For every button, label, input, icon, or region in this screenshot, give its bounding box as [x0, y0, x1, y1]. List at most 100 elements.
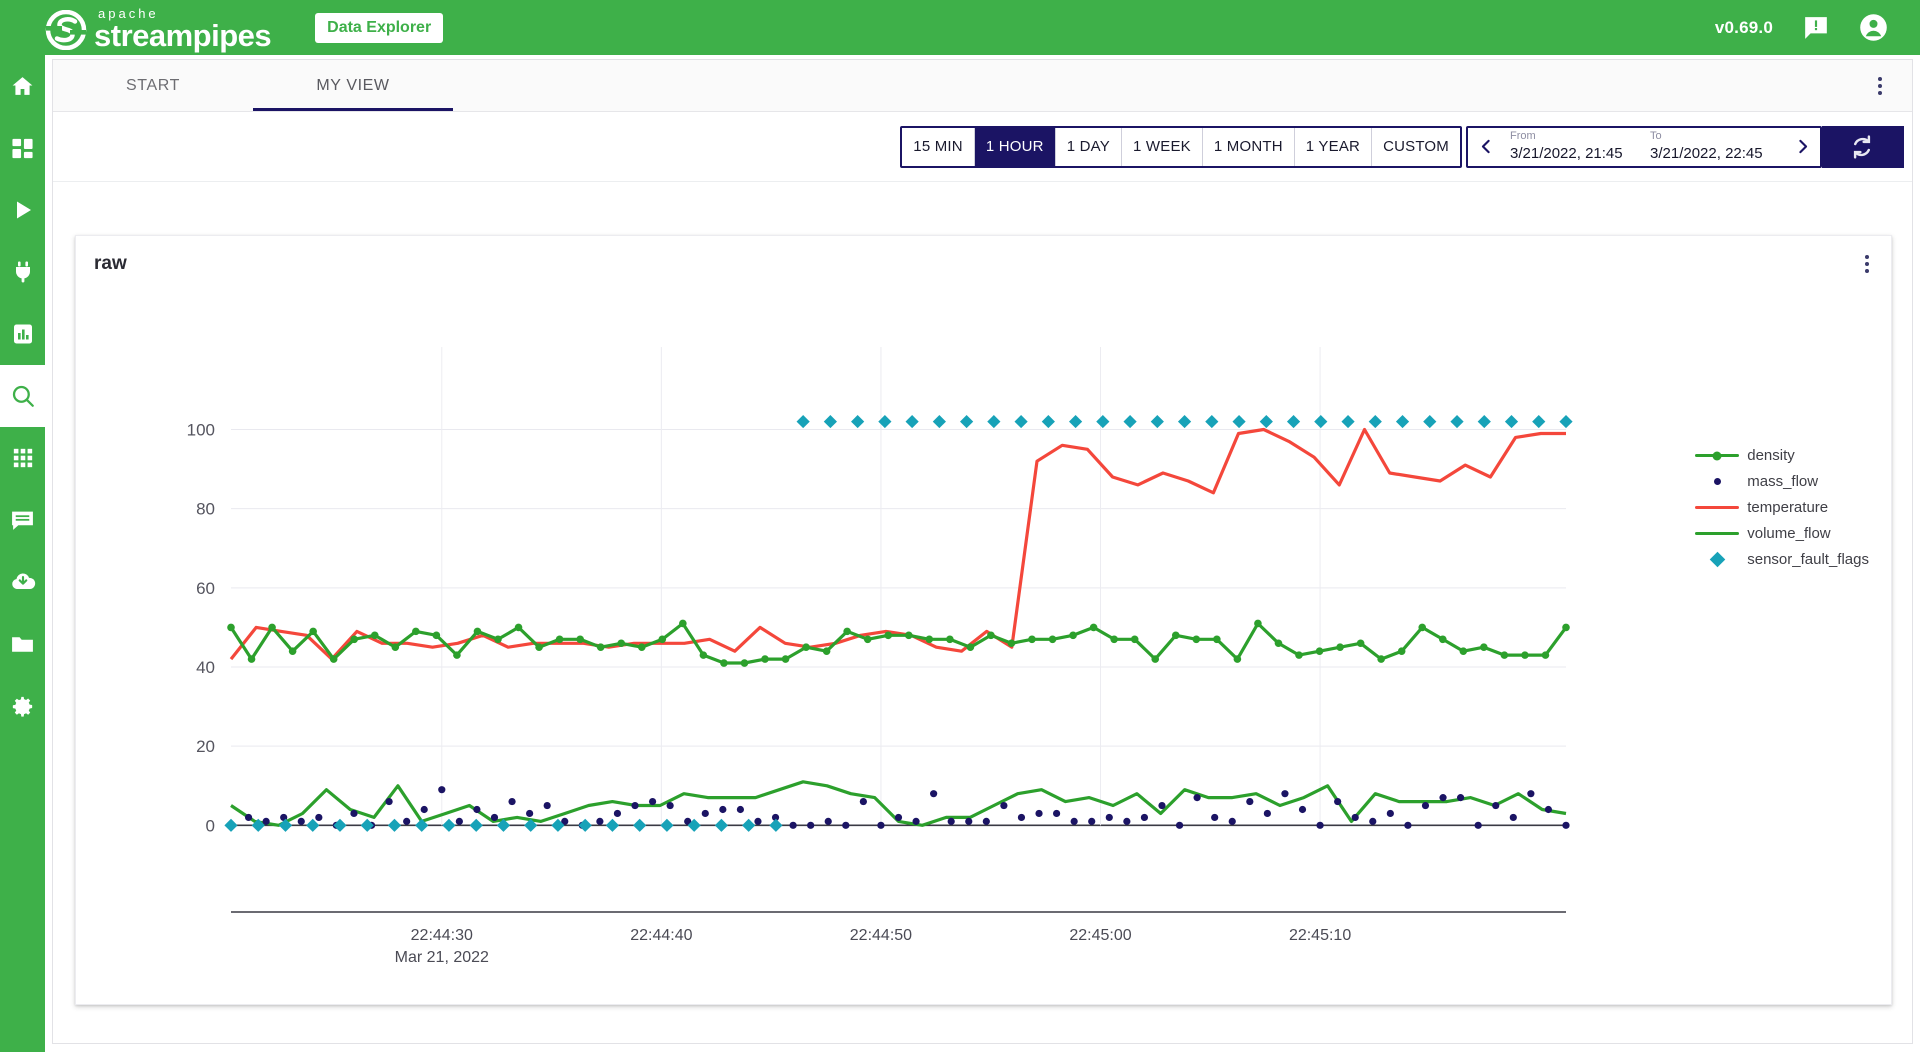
density-point: [1110, 635, 1118, 643]
sidebar-item-pipelines-overview[interactable]: [0, 117, 45, 179]
from-field[interactable]: From 3/21/2022, 21:45: [1504, 128, 1644, 166]
date-range-picker: From 3/21/2022, 21:45 To 3/21/2022, 22:4…: [1466, 126, 1822, 168]
density-point: [289, 647, 297, 655]
topbar-right-group: v0.69.0: [1715, 13, 1888, 42]
density-point: [679, 620, 687, 628]
sensor-fault-flag-marker: [960, 415, 973, 428]
density-point: [987, 632, 995, 640]
tab-start[interactable]: START: [53, 60, 253, 111]
streampipes-logo-icon: [44, 10, 88, 50]
sensor-fault-flag-marker: [224, 819, 237, 832]
tab-my-view[interactable]: MY VIEW: [253, 60, 453, 111]
chart-card-menu[interactable]: [1857, 249, 1877, 279]
sidebar-item-pipelines[interactable]: [0, 179, 45, 241]
data-explorer-chip[interactable]: Data Explorer: [315, 13, 443, 43]
legend-item-mass-flow[interactable]: mass_flow: [1695, 473, 1869, 490]
legend-label-sensor-fault-flags: sensor_fault_flags: [1747, 551, 1869, 568]
y-axis-tick-label: 80: [196, 500, 215, 519]
range-15-min[interactable]: 15 MIN: [902, 128, 975, 166]
mass-flow-point: [948, 818, 955, 825]
mass-flow-point: [983, 818, 990, 825]
chevron-right-icon: [1794, 138, 1811, 155]
y-axis-tick-label: 100: [187, 421, 215, 440]
density-point: [617, 639, 625, 647]
sensor-fault-flag-marker: [906, 415, 919, 428]
density-point: [1336, 643, 1344, 651]
density-point: [700, 651, 708, 659]
legend-item-density[interactable]: density: [1695, 447, 1869, 464]
legend-item-sensor-fault-flags[interactable]: sensor_fault_flags: [1695, 551, 1869, 568]
range-1-month[interactable]: 1 MONTH: [1203, 128, 1295, 166]
range-1-day[interactable]: 1 DAY: [1056, 128, 1122, 166]
brand-logo[interactable]: apache streampipes: [44, 6, 271, 50]
account-icon[interactable]: [1859, 13, 1888, 42]
mass-flow-point: [754, 818, 761, 825]
chevron-left-icon: [1478, 138, 1495, 155]
range-1-hour[interactable]: 1 HOUR: [975, 128, 1056, 166]
sidebar-item-apps[interactable]: [0, 427, 45, 489]
density-point: [597, 643, 605, 651]
mass-flow-point: [1352, 814, 1359, 821]
mass-flow-point: [1229, 818, 1236, 825]
sidebar-item-connect[interactable]: [0, 241, 45, 303]
density-point: [1295, 651, 1303, 659]
legend-key-density: [1695, 448, 1739, 464]
legend-item-volume-flow[interactable]: volume_flow: [1695, 525, 1869, 542]
plug-icon: [11, 260, 35, 284]
sidebar: [0, 55, 45, 1052]
sensor-fault-flag-marker: [1205, 415, 1218, 428]
mass-flow-point: [737, 806, 744, 813]
sidebar-item-install[interactable]: [0, 551, 45, 613]
sidebar-item-configuration[interactable]: [0, 675, 45, 737]
range-1-year[interactable]: 1 YEAR: [1295, 128, 1372, 166]
mass-flow-point: [1387, 810, 1394, 817]
range-1-week[interactable]: 1 WEEK: [1122, 128, 1203, 166]
sidebar-item-notifications[interactable]: [0, 489, 45, 551]
mass-flow-point: [1334, 798, 1341, 805]
chart-card: raw 02040608010022:44:3022:44:4022:44:50…: [75, 235, 1892, 1005]
sidebar-item-dashboard[interactable]: [0, 303, 45, 365]
density-point: [474, 628, 482, 636]
chart-plot-area: 02040608010022:44:3022:44:4022:44:5022:4…: [76, 292, 1891, 992]
to-input[interactable]: 3/21/2022, 22:45: [1650, 144, 1778, 168]
to-field[interactable]: To 3/21/2022, 22:45: [1644, 128, 1784, 166]
previous-range-button[interactable]: [1468, 128, 1504, 166]
density-point: [1008, 639, 1016, 647]
sidebar-item-data-explorer[interactable]: [0, 365, 45, 427]
mass-flow-point: [631, 802, 638, 809]
mass-flow-point: [1123, 818, 1130, 825]
feedback-icon[interactable]: [1803, 15, 1829, 41]
sensor-fault-flag-marker: [987, 415, 1000, 428]
density-point: [392, 643, 400, 651]
time-toolbar: 15 MIN 1 HOUR 1 DAY 1 WEEK 1 MONTH 1 YEA…: [53, 112, 1912, 182]
mass-flow-point: [1035, 810, 1042, 817]
mass-flow-point: [1492, 802, 1499, 809]
sidebar-item-files[interactable]: [0, 613, 45, 675]
mass-flow-point: [544, 802, 551, 809]
from-input[interactable]: 3/21/2022, 21:45: [1510, 144, 1638, 168]
next-range-button[interactable]: [1784, 128, 1820, 166]
mass-flow-point: [315, 814, 322, 821]
cloud-download-icon: [10, 569, 36, 595]
mass-flow-point: [842, 822, 849, 829]
sidebar-item-home[interactable]: [0, 55, 45, 117]
legend-item-temperature[interactable]: temperature: [1695, 499, 1869, 516]
more-vertical-icon: [1878, 77, 1882, 81]
range-custom[interactable]: CUSTOM: [1372, 128, 1460, 166]
mass-flow-point: [1194, 794, 1201, 801]
mass-flow-point: [912, 818, 919, 825]
density-point: [1193, 635, 1201, 643]
sensor-fault-flag-marker: [933, 415, 946, 428]
sensor-fault-flag-marker: [1123, 415, 1136, 428]
tabs-more-menu[interactable]: [1868, 71, 1892, 101]
mass-flow-point: [667, 802, 674, 809]
sensor-fault-flag-marker: [306, 819, 319, 832]
sensor-fault-flag-marker: [1151, 415, 1164, 428]
mass-flow-point: [895, 814, 902, 821]
raw-line-chart[interactable]: 02040608010022:44:3022:44:4022:44:5022:4…: [76, 292, 1893, 992]
series-temperature: [231, 430, 1566, 660]
refresh-button[interactable]: [1822, 126, 1904, 168]
mass-flow-point: [719, 806, 726, 813]
x-axis-tick-label: 22:45:10: [1289, 927, 1351, 944]
mass-flow-point: [1053, 810, 1060, 817]
